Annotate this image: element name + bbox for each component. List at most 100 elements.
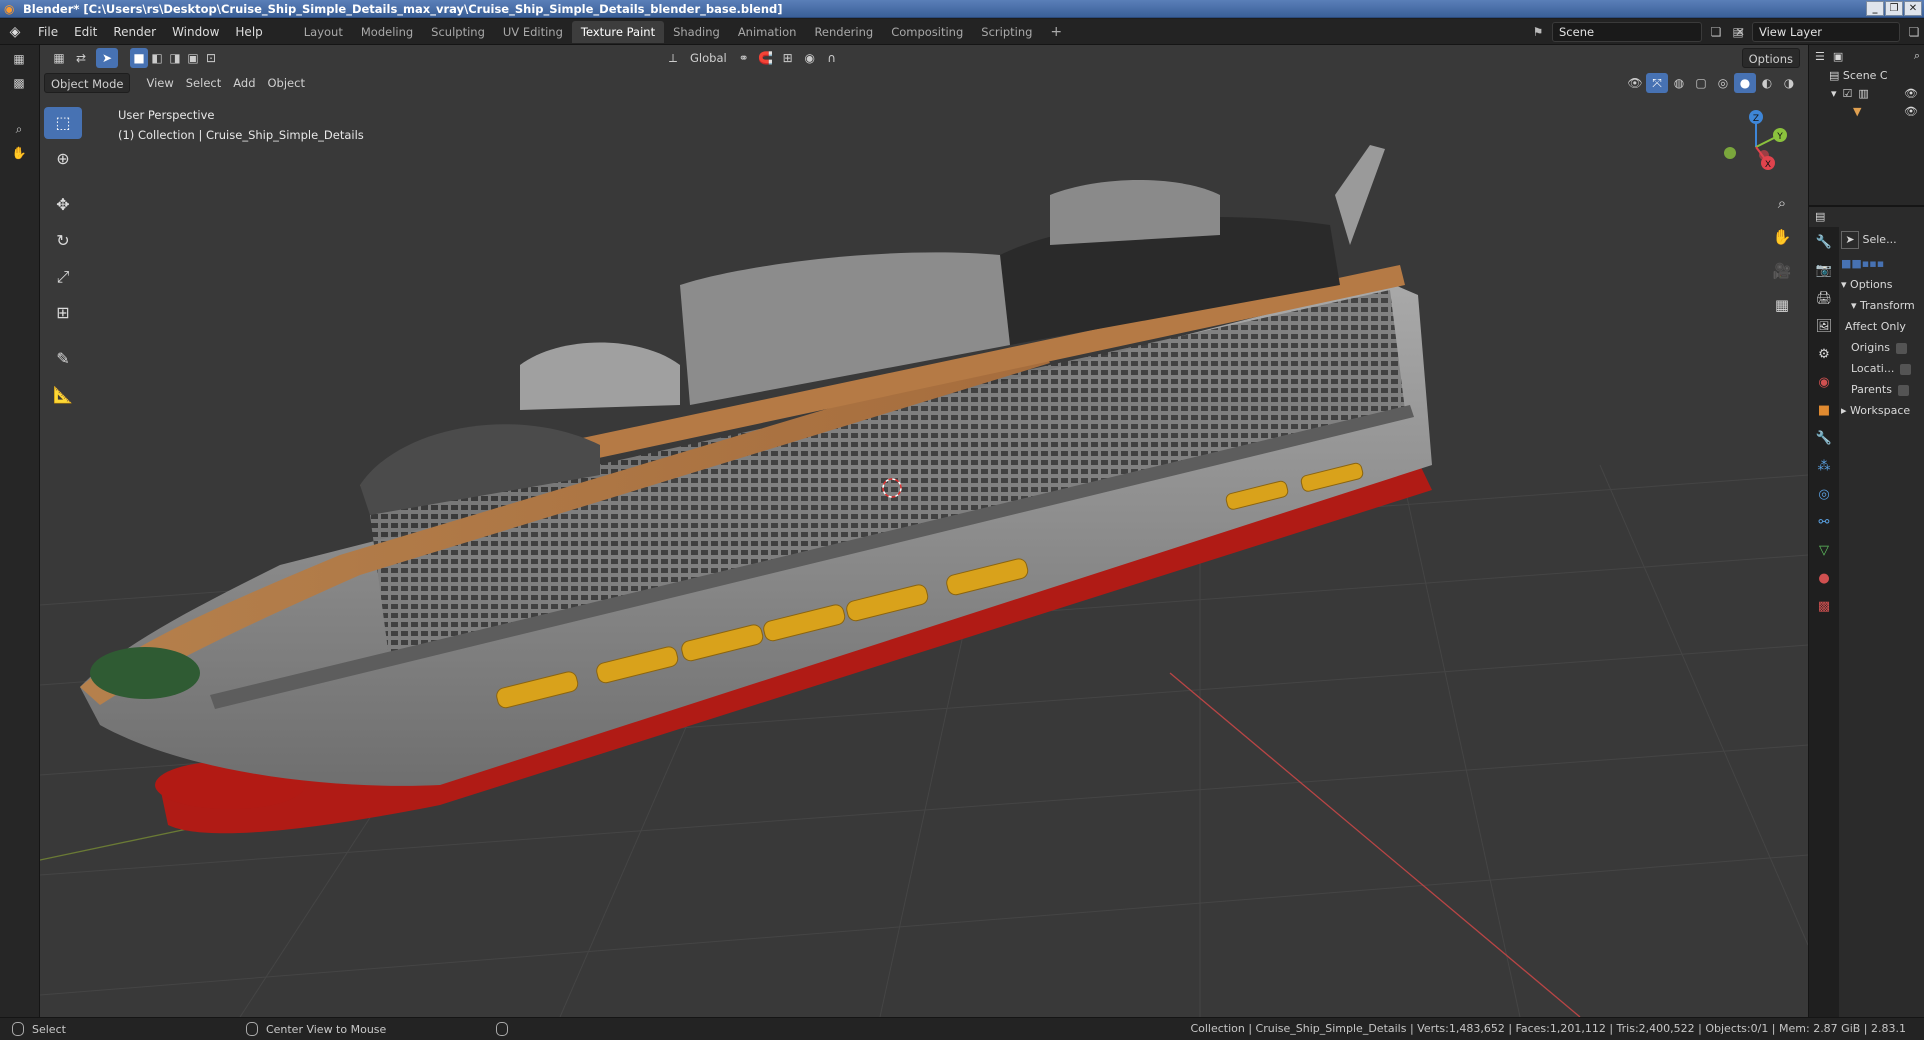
parents-checkbox[interactable] (1897, 384, 1909, 396)
perspective-toggle-icon[interactable]: ▦ (1767, 290, 1797, 320)
rotate-tool-icon[interactable]: ↻ (44, 225, 82, 257)
menu-edit[interactable]: Edit (66, 21, 105, 43)
outliner-filter-icon[interactable]: ▣ (1833, 50, 1843, 63)
pan-hand-icon[interactable]: ✋ (8, 143, 30, 163)
annotate-tool-icon[interactable]: ✎ (44, 343, 82, 375)
tab-rendering[interactable]: Rendering (805, 21, 882, 43)
workspace-section-header[interactable]: ▸ Workspace (1841, 400, 1924, 421)
select-box-tool-icon[interactable]: ⬚ (44, 107, 82, 139)
navigation-gizmo[interactable]: Z Y X (1716, 107, 1796, 187)
outliner-search-icon[interactable]: ⌕ (1914, 49, 1920, 63)
outliner-collection-row[interactable]: ▾ ☑ ▥ 👁 (1809, 85, 1924, 103)
rendered-shading-icon[interactable]: ◑ (1778, 73, 1800, 93)
tab-animation[interactable]: Animation (729, 21, 806, 43)
scale-tool-icon[interactable]: ⤢ (44, 261, 82, 293)
world-tab-icon[interactable]: ◉ (1809, 371, 1839, 395)
menu-view[interactable]: View (140, 73, 179, 93)
scene-tab-icon[interactable]: ⚙ (1809, 343, 1839, 367)
menu-render[interactable]: Render (105, 21, 164, 43)
view-layer-icon[interactable]: ▤ (1728, 22, 1748, 42)
select-new-icon[interactable]: ■ (130, 48, 148, 68)
select-subtract-icon[interactable]: ◨ (166, 48, 184, 68)
zoom-view-icon[interactable]: ⌕ (1767, 188, 1797, 218)
close-button[interactable]: ✕ (1904, 1, 1922, 16)
xray-toggle-icon[interactable]: ▢ (1690, 73, 1712, 93)
menu-add[interactable]: Add (227, 73, 261, 93)
physics-tab-icon[interactable]: ◎ (1809, 483, 1839, 507)
move-tool-icon[interactable]: ✥ (44, 189, 82, 221)
overlay-toggle-icon[interactable]: ◍ (1668, 73, 1690, 93)
origins-option[interactable]: Origins (1841, 337, 1924, 358)
select-tool-icon[interactable]: ➤ (96, 48, 118, 68)
select-invert-icon[interactable]: ▣ (184, 48, 202, 68)
editor-type-dropdown-icon[interactable]: ▦ (48, 48, 70, 68)
new-view-layer-icon[interactable]: ❏ (1904, 22, 1924, 42)
transform-orientation-dropdown[interactable]: Global (684, 48, 733, 68)
measure-tool-icon[interactable]: 📐 (44, 379, 82, 411)
tab-uv-editing[interactable]: UV Editing (494, 21, 572, 43)
locations-checkbox[interactable] (1900, 363, 1912, 375)
material-tab-icon[interactable]: ● (1809, 567, 1839, 591)
tab-sculpting[interactable]: Sculpting (422, 21, 494, 43)
parents-option[interactable]: Parents (1841, 379, 1924, 400)
snap-target-icon[interactable]: ⊞ (777, 48, 799, 68)
restore-button[interactable]: ❐ (1885, 1, 1903, 16)
3d-viewport[interactable]: ▦ ⇄ ➤ ■ ◧ ◨ ▣ ⊡ ⟂ Global ⚭ 🧲 ⊞ ◉ ∩ Optio… (40, 45, 1808, 1017)
particles-tab-icon[interactable]: ⁂ (1809, 455, 1839, 479)
locations-option[interactable]: Locati... (1841, 358, 1924, 379)
object-mode-dropdown[interactable]: Object Mode (44, 73, 131, 93)
outliner-scene-row[interactable]: ▤ Scene C (1809, 67, 1924, 85)
select-extend-icon[interactable]: ◧ (148, 48, 166, 68)
tab-shading[interactable]: Shading (664, 21, 729, 43)
visibility-eye-icon[interactable]: 👁 (1904, 85, 1918, 103)
texture-grid-icon[interactable]: ▩ (8, 73, 30, 93)
outliner-display-mode-icon[interactable]: ☰ (1815, 50, 1825, 63)
scene-name-field[interactable]: Scene (1552, 22, 1702, 42)
tool-tab-icon[interactable]: 🔧 (1809, 231, 1839, 255)
snap-icon[interactable]: 🧲 (755, 48, 777, 68)
pivot-point-icon[interactable]: ⚭ (733, 48, 755, 68)
view-layer-field[interactable]: View Layer (1752, 22, 1900, 42)
tab-scripting[interactable]: Scripting (972, 21, 1041, 43)
proportional-edit-icon[interactable]: ◉ (799, 48, 821, 68)
select-intersect-icon[interactable]: ⊡ (202, 48, 220, 68)
modifier-tab-icon[interactable]: 🔧 (1809, 427, 1839, 451)
transform-pivot-icon[interactable]: ⇄ (70, 48, 92, 68)
cursor-tool-icon[interactable]: ⊕ (44, 143, 82, 175)
origins-checkbox[interactable] (1895, 342, 1907, 354)
render-tab-icon[interactable]: 📷 (1809, 259, 1839, 283)
falloff-icon[interactable]: ∩ (821, 48, 843, 68)
camera-view-icon[interactable]: 🎥 (1767, 256, 1797, 286)
tab-modeling[interactable]: Modeling (352, 21, 422, 43)
object-eye-icon[interactable]: 👁 (1904, 103, 1918, 121)
pan-view-icon[interactable]: ✋ (1767, 222, 1797, 252)
expand-arrow-icon[interactable]: ▾ (1831, 85, 1837, 103)
transform-tool-icon[interactable]: ⊞ (44, 297, 82, 329)
constraints-tab-icon[interactable]: ⚯ (1809, 511, 1839, 535)
menu-object[interactable]: Object (262, 73, 311, 93)
visibility-icon[interactable]: 👁 (1624, 73, 1646, 93)
cruise-ship-model[interactable] (80, 145, 1432, 834)
checkbox-icon[interactable]: ☑ (1843, 85, 1853, 103)
selection-mode-icons[interactable]: ■■▪▪▪ (1841, 253, 1924, 274)
tab-compositing[interactable]: Compositing (882, 21, 972, 43)
transform-section-header[interactable]: ▾ Transform (1841, 295, 1924, 316)
outliner-object-row[interactable]: ▼ 👁 (1809, 103, 1924, 121)
menu-help[interactable]: Help (227, 21, 270, 43)
zoom-icon[interactable]: ⌕ (8, 119, 30, 139)
properties-editor-icon[interactable]: ▤ (1809, 207, 1924, 227)
tab-texture-paint[interactable]: Texture Paint (571, 20, 665, 43)
editor-type-icon[interactable]: ▦ (8, 49, 30, 69)
menu-select[interactable]: Select (180, 73, 227, 93)
options-dropdown[interactable]: Options (1741, 48, 1800, 68)
data-tab-icon[interactable]: ▽ (1809, 539, 1839, 563)
minimize-button[interactable]: _ (1866, 1, 1884, 16)
solid-shading-icon[interactable]: ● (1734, 73, 1756, 93)
menu-file[interactable]: File (30, 21, 66, 43)
blender-menu-icon[interactable]: ◈ (0, 24, 30, 40)
tab-layout[interactable]: Layout (295, 21, 352, 43)
output-tab-icon[interactable]: 🖨 (1809, 287, 1839, 311)
texture-tab-icon[interactable]: ▩ (1809, 595, 1839, 619)
object-tab-icon[interactable]: ■ (1809, 399, 1839, 423)
active-tool-row[interactable]: ➤ Sele... (1841, 227, 1924, 253)
